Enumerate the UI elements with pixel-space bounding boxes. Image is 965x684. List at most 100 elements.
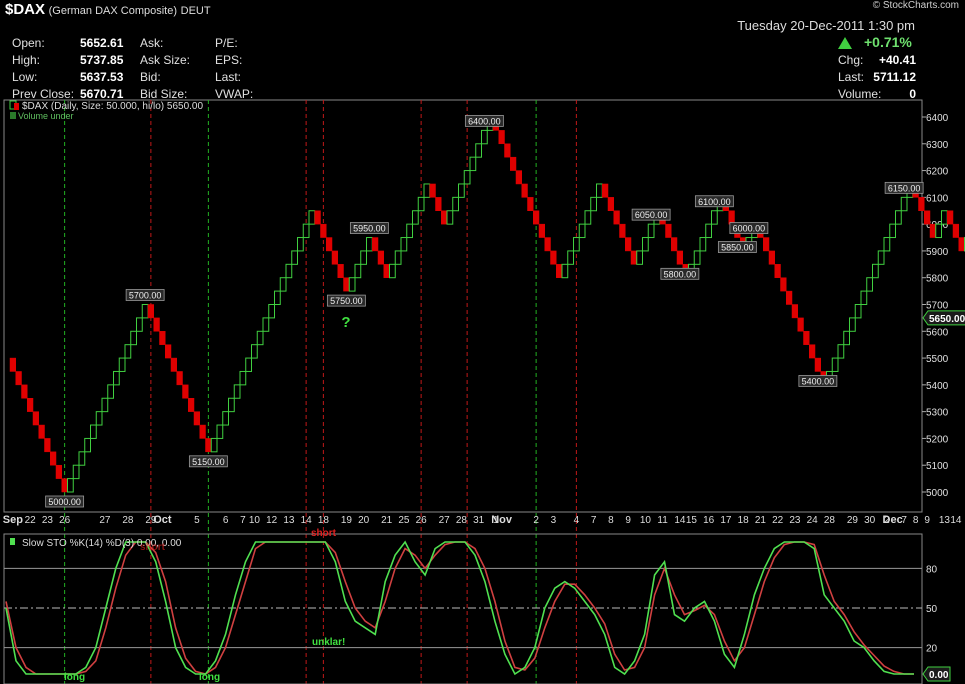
x-tick-label: 15	[686, 515, 698, 526]
renko-brick-down	[797, 317, 804, 332]
renko-brick-down	[314, 210, 321, 225]
renko-brick-up	[463, 170, 471, 185]
x-tick-label: 7	[240, 515, 246, 526]
x-tick-label: 25	[398, 515, 410, 526]
renko-brick-down	[9, 357, 16, 372]
x-tick-label: 13	[939, 515, 951, 526]
renko-brick-up	[118, 357, 126, 372]
renko-brick-up	[78, 451, 86, 466]
renko-brick-down	[924, 210, 931, 225]
x-tick-label: 10	[249, 515, 261, 526]
x-tick-label: 22	[772, 515, 784, 526]
renko-brick-up	[590, 196, 597, 212]
renko-brick-up	[302, 223, 310, 239]
renko-brick-up	[251, 344, 258, 359]
x-tick-label: 12	[266, 515, 278, 526]
value-label: 5950.00	[353, 224, 386, 234]
renko-brick-up	[308, 210, 316, 225]
renko-brick-down	[320, 223, 327, 238]
y-tick-label: 6100	[926, 193, 949, 204]
renko-brick-up	[216, 424, 224, 439]
value-label: 6100.00	[698, 197, 731, 207]
x-tick-label: 29	[847, 515, 859, 526]
renko-brick-down	[630, 250, 637, 265]
renko-brick-up	[596, 183, 603, 198]
renko-brick-down	[809, 344, 816, 359]
renko-brick-down	[671, 237, 678, 252]
x-tick-label: 20	[358, 515, 370, 526]
renko-brick-up	[291, 250, 298, 265]
renko-brick-down	[383, 264, 390, 278]
renko-brick-down	[786, 290, 793, 305]
x-tick-label: 31	[473, 515, 485, 526]
x-tick-label: 17	[720, 515, 732, 526]
renko-brick-up	[394, 250, 402, 265]
x-tick-label: 8	[608, 515, 614, 526]
renko-brick-up	[406, 223, 413, 239]
renko-brick-up	[228, 397, 235, 413]
renko-brick-up	[274, 290, 281, 306]
renko-brick-down	[429, 183, 436, 198]
short-annotation-ghost: short	[140, 542, 166, 553]
renko-brick-down	[38, 424, 45, 439]
renko-brick-down	[44, 438, 51, 453]
x-tick-label: 26	[416, 515, 428, 526]
x-tick-label: 28	[122, 515, 134, 526]
legend-down-swatch	[14, 103, 19, 110]
renko-brick-down	[337, 264, 344, 278]
renko-brick-up	[469, 156, 477, 172]
renko-brick-up	[417, 196, 425, 212]
renko-brick-down	[61, 478, 68, 493]
x-tick-label: Oct	[153, 514, 172, 526]
y-tick-label: 5000	[926, 488, 949, 499]
renko-brick-up	[895, 210, 902, 225]
renko-brick-down	[176, 371, 183, 386]
renko-brick-down	[814, 357, 821, 372]
renko-brick-up	[113, 370, 120, 386]
renko-brick-down	[372, 237, 379, 252]
value-label: 6150.00	[888, 183, 921, 193]
renko-brick-down	[780, 277, 787, 292]
renko-brick-up	[866, 277, 873, 292]
renko-brick-down	[27, 398, 34, 412]
stoch-last-label: 0.00	[929, 670, 949, 681]
y-tick-label: 5100	[926, 461, 949, 472]
renko-brick-down	[504, 143, 511, 158]
renko-brick-down	[791, 304, 798, 319]
renko-brick-up	[831, 357, 839, 372]
renko-brick-down	[50, 451, 57, 466]
renko-brick-down	[527, 197, 534, 212]
renko-brick-down	[153, 317, 160, 332]
renko-brick-up	[400, 237, 408, 252]
y-tick-label: 5500	[926, 354, 949, 365]
renko-brick-down	[947, 210, 954, 225]
stoch-panel-frame	[3, 533, 923, 684]
renko-brick-up	[573, 237, 580, 252]
renko-brick-down	[952, 223, 959, 238]
renko-brick-up	[647, 223, 655, 239]
y-tick-label: 6400	[926, 113, 949, 124]
renko-brick-up	[389, 263, 396, 279]
x-tick-label: 22	[25, 515, 37, 526]
renko-brick-up	[567, 250, 574, 265]
renko-brick-up	[699, 237, 707, 252]
renko-brick-down	[556, 264, 563, 278]
x-tick-label: 13	[283, 515, 295, 526]
renko-brick-up	[233, 384, 241, 399]
renko-brick-up	[900, 196, 908, 212]
renko-brick-down	[521, 183, 528, 198]
x-tick-label: Sep	[3, 514, 23, 526]
question-mark: ?	[341, 314, 350, 331]
renko-brick-up	[872, 263, 879, 279]
renko-brick-down	[165, 344, 172, 359]
renko-brick-down	[544, 237, 551, 252]
stoch-level-label: 80	[926, 564, 938, 575]
renko-brick-down	[918, 197, 925, 212]
renko-brick-up	[693, 250, 701, 265]
renko-brick-up	[256, 330, 264, 346]
renko-brick-up	[883, 237, 891, 252]
y-tick-label: 5900	[926, 247, 949, 258]
renko-brick-up	[935, 223, 942, 239]
renko-brick-up	[124, 344, 132, 359]
x-tick-label: Dec	[883, 514, 903, 526]
